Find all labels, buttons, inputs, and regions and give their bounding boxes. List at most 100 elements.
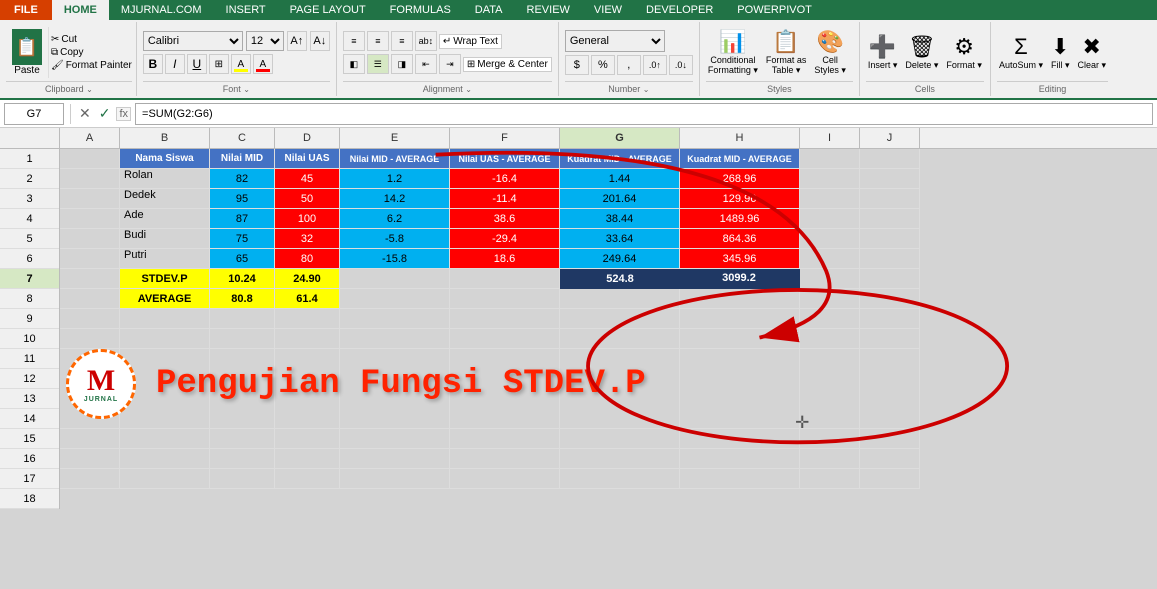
cell-f2[interactable]: -16.4 (450, 169, 560, 189)
cell-j4[interactable] (860, 209, 920, 229)
increase-font-button[interactable]: A↑ (287, 31, 307, 51)
cell-b1[interactable]: Nama Siswa (120, 149, 210, 169)
cell-f3[interactable]: -11.4 (450, 189, 560, 209)
cell-b2[interactable]: Rolan (120, 169, 210, 189)
col-header-a[interactable]: A (60, 128, 120, 148)
cell-d3[interactable]: 50 (275, 189, 340, 209)
row-num-8[interactable]: 8 (0, 289, 59, 309)
increase-decimal[interactable]: .0↑ (643, 55, 667, 75)
align-top-center[interactable]: ≡ (367, 31, 389, 51)
row-num-5[interactable]: 5 (0, 229, 59, 249)
cell-g2[interactable]: 1.44 (560, 169, 680, 189)
row-num-14[interactable]: 14 (0, 409, 59, 429)
cell-j6[interactable] (860, 249, 920, 269)
cell-reference[interactable] (4, 103, 64, 125)
tab-home[interactable]: HOME (52, 0, 109, 20)
cell-a8[interactable] (60, 289, 120, 309)
cell-h8[interactable] (680, 289, 800, 309)
col-header-c[interactable]: C (210, 128, 275, 148)
tab-page-layout[interactable]: PAGE LAYOUT (278, 0, 378, 20)
font-name-select[interactable]: Calibri (143, 31, 243, 51)
decrease-decimal[interactable]: .0↓ (669, 55, 693, 75)
col-header-b[interactable]: B (120, 128, 210, 148)
cell-e8[interactable] (340, 289, 450, 309)
format-painter-button[interactable]: 🖌 Format Painter (51, 60, 132, 71)
wrap-text-button[interactable]: ↵ Wrap Text (439, 34, 502, 49)
cell-styles-button[interactable]: 🎨 Cell Styles ▾ (812, 27, 848, 78)
cell-h1[interactable]: Kuadrat MID - AVERAGE (680, 149, 800, 169)
cell-j8[interactable] (860, 289, 920, 309)
cell-j2[interactable] (860, 169, 920, 189)
cell-i5[interactable] (800, 229, 860, 249)
cell-a4[interactable] (60, 209, 120, 229)
col-header-h[interactable]: H (680, 128, 800, 148)
cell-i2[interactable] (800, 169, 860, 189)
cell-f6[interactable]: 18.6 (450, 249, 560, 269)
cell-h2[interactable]: 268.96 (680, 169, 800, 189)
border-button[interactable]: ⊞ (209, 54, 229, 74)
paste-button[interactable]: 📋 Paste (6, 27, 49, 78)
tab-data[interactable]: DATA (463, 0, 515, 20)
cell-e7[interactable] (340, 269, 450, 289)
cell-e6[interactable]: -15.8 (340, 249, 450, 269)
col-header-g[interactable]: G (560, 128, 680, 148)
cell-e2[interactable]: 1.2 (340, 169, 450, 189)
cell-e3[interactable]: 14.2 (340, 189, 450, 209)
cell-f4[interactable]: 38.6 (450, 209, 560, 229)
cell-b4[interactable]: Ade (120, 209, 210, 229)
align-top-left[interactable]: ≡ (343, 31, 365, 51)
row-num-16[interactable]: 16 (0, 449, 59, 469)
text-direction-button[interactable]: ab↕ (415, 31, 437, 51)
cell-g6[interactable]: 249.64 (560, 249, 680, 269)
row-num-2[interactable]: 2 (0, 169, 59, 189)
copy-button[interactable]: ⧉ Copy (51, 47, 132, 58)
cell-j3[interactable] (860, 189, 920, 209)
cell-d8[interactable]: 61.4 (275, 289, 340, 309)
cell-c2[interactable]: 82 (210, 169, 275, 189)
cell-h4[interactable]: 1489.96 (680, 209, 800, 229)
underline-button[interactable]: U (187, 54, 207, 74)
fill-button[interactable]: ⬇ Fill ▾ (1049, 32, 1072, 73)
tab-file[interactable]: FILE (0, 0, 52, 20)
row-num-17[interactable]: 17 (0, 469, 59, 489)
cell-i8[interactable] (800, 289, 860, 309)
cell-j5[interactable] (860, 229, 920, 249)
cell-b7[interactable]: STDEV.P (120, 269, 210, 289)
cell-e4[interactable]: 6.2 (340, 209, 450, 229)
cell-i1[interactable] (800, 149, 860, 169)
cell-b5[interactable]: Budi (120, 229, 210, 249)
row-num-11[interactable]: 11 (0, 349, 59, 369)
format-as-table-button[interactable]: 📋 Format as Table ▾ (764, 27, 809, 78)
cell-h7[interactable]: 3099.2 (680, 269, 800, 289)
cell-f1[interactable]: Nilai UAS - AVERAGE (450, 149, 560, 169)
fill-color-button[interactable]: A (231, 54, 251, 74)
col-header-e[interactable]: E (340, 128, 450, 148)
cell-a3[interactable] (60, 189, 120, 209)
font-color-button[interactable]: A (253, 54, 273, 74)
merge-center-button[interactable]: ⊞ Merge & Center (463, 57, 552, 72)
cell-a7[interactable] (60, 269, 120, 289)
cell-g4[interactable]: 38.44 (560, 209, 680, 229)
cell-f7[interactable] (450, 269, 560, 289)
tab-insert[interactable]: INSERT (214, 0, 278, 20)
align-left[interactable]: ◧ (343, 54, 365, 74)
row-num-6[interactable]: 6 (0, 249, 59, 269)
cell-g5[interactable]: 33.64 (560, 229, 680, 249)
cell-c3[interactable]: 95 (210, 189, 275, 209)
insert-button[interactable]: ➕ Insert ▾ (866, 32, 900, 73)
cell-g7[interactable]: 524.8 (560, 269, 680, 289)
format-button[interactable]: ⚙ Format ▾ (944, 32, 984, 73)
cell-h6[interactable]: 345.96 (680, 249, 800, 269)
cell-g3[interactable]: 201.64 (560, 189, 680, 209)
comma-button[interactable]: , (617, 55, 641, 75)
cell-d2[interactable]: 45 (275, 169, 340, 189)
cell-a1[interactable] (60, 149, 120, 169)
cell-i6[interactable] (800, 249, 860, 269)
cell-b8[interactable]: AVERAGE (120, 289, 210, 309)
row-num-10[interactable]: 10 (0, 329, 59, 349)
cell-c8[interactable]: 80.8 (210, 289, 275, 309)
cell-f5[interactable]: -29.4 (450, 229, 560, 249)
cell-g1[interactable]: Kuadrat MID - AVERAGE (560, 149, 680, 169)
row-num-12[interactable]: 12 (0, 369, 59, 389)
autosum-button[interactable]: Σ AutoSum ▾ (997, 32, 1045, 73)
